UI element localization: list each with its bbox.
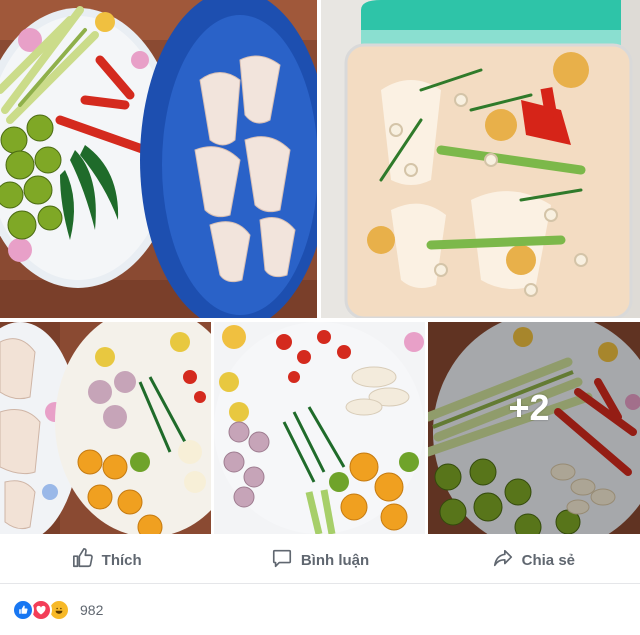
share-label: Chia sẻ <box>521 551 575 569</box>
comment-button[interactable]: Bình luận <box>213 547 426 573</box>
reaction-count[interactable]: 982 <box>80 602 103 618</box>
like-label: Thích <box>101 551 142 569</box>
photo-chopped-ingredients[interactable] <box>214 322 425 534</box>
comment-icon <box>271 547 293 573</box>
comment-label: Bình luận <box>300 551 370 569</box>
post-action-bar: Thích Bình luận Chia sẻ <box>0 537 640 584</box>
reactions-summary[interactable]: 982 <box>12 598 103 622</box>
share-button[interactable]: Chia sẻ <box>427 547 640 573</box>
thumbs-up-icon <box>72 547 94 573</box>
photo-lemongrass-chili-lime[interactable] <box>0 0 317 318</box>
like-button[interactable]: Thích <box>0 547 213 573</box>
photo-lemongrass-chili-more[interactable]: +2 <box>428 322 640 534</box>
photo-pickled-jar[interactable] <box>321 0 640 318</box>
share-icon <box>492 547 514 573</box>
photo-chicken-feet-plate[interactable] <box>0 322 211 534</box>
more-photos-overlay[interactable]: +2 <box>428 322 640 534</box>
like-icon <box>12 599 34 621</box>
more-photos-count: +2 <box>508 387 550 428</box>
